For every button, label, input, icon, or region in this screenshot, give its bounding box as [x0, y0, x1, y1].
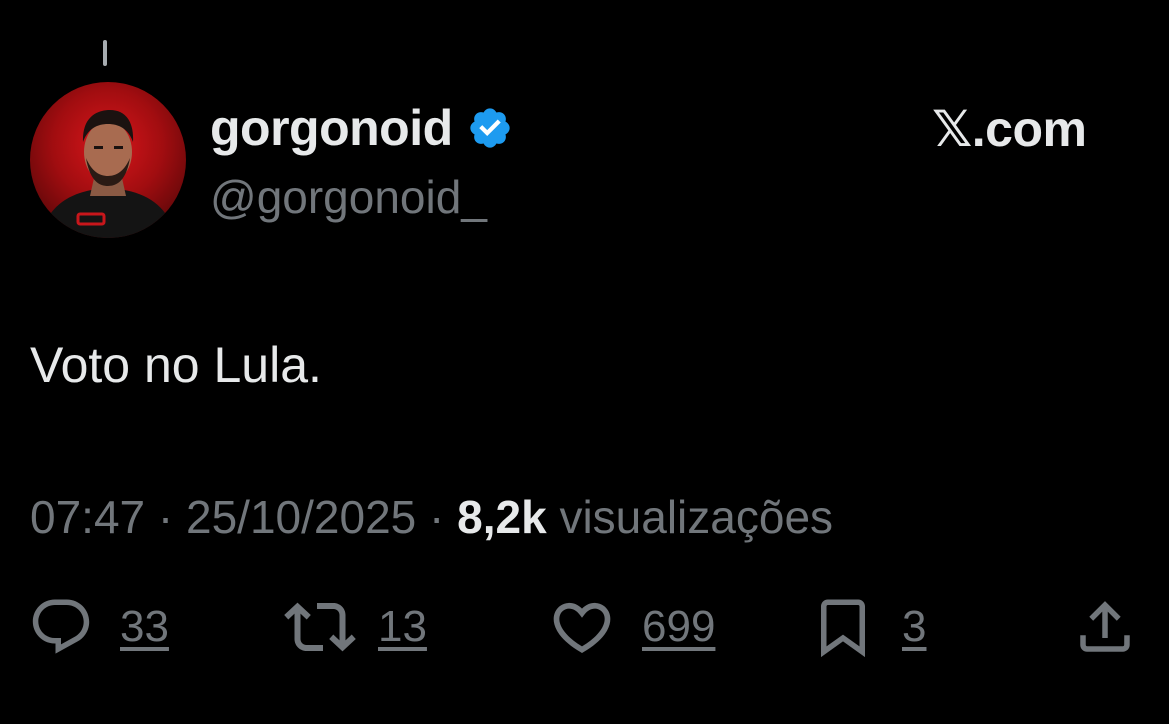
display-name-row: gorgonoid	[210, 98, 513, 158]
bookmark-icon	[821, 599, 865, 658]
like-count[interactable]: 699	[642, 602, 715, 652]
reply-button[interactable]: 33	[28, 592, 169, 662]
tweet-meta: 07:47 · 25/10/2025 · 8,2k visualizações	[30, 490, 833, 544]
meta-separator: ·	[416, 491, 458, 543]
tweet-time[interactable]: 07:47	[30, 491, 145, 543]
meta-separator: ·	[145, 491, 187, 543]
share-button[interactable]	[1072, 592, 1138, 662]
like-icon	[553, 602, 611, 653]
brand-logo: 𝕏.com	[932, 101, 1087, 157]
tweet-date[interactable]: 25/10/2025	[186, 491, 416, 543]
verified-badge-icon	[470, 108, 510, 148]
user-info: gorgonoid @gorgonoid_	[210, 98, 513, 224]
repost-count[interactable]: 13	[378, 602, 427, 652]
bookmark-count[interactable]: 3	[902, 602, 926, 652]
reply-icon	[32, 599, 90, 654]
repost-icon	[284, 602, 356, 652]
display-name[interactable]: gorgonoid	[210, 99, 453, 157]
reply-count[interactable]: 33	[120, 602, 169, 652]
repost-button[interactable]: 13	[284, 592, 427, 662]
share-icon	[1080, 601, 1130, 652]
avatar-image	[40, 110, 176, 238]
avatar[interactable]	[30, 82, 186, 238]
tweet-actions-bar: 33 13 699 3	[0, 592, 1169, 662]
views-label: visualizações	[546, 491, 834, 543]
like-button[interactable]: 699	[548, 592, 715, 662]
user-handle[interactable]: @gorgonoid_	[210, 170, 513, 224]
tweet-text: Voto no Lula.	[30, 337, 322, 393]
bookmark-button[interactable]: 3	[810, 592, 926, 662]
views-count: 8,2k	[457, 491, 547, 543]
thread-connector-line	[103, 40, 107, 66]
